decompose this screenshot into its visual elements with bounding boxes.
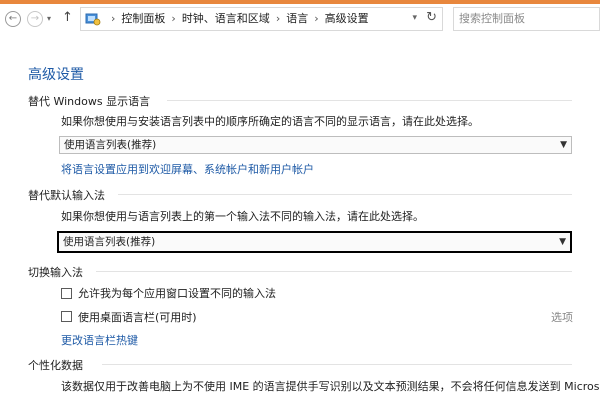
per-app-input-checkbox[interactable] bbox=[61, 288, 72, 299]
divider bbox=[96, 271, 572, 272]
navigation-bar: ← → ▾ ↑ › 控制面板 › 时钟、语言和区域 › 语言 › 高级设置 ▾ ↻ 搜索控制面… bbox=[0, 4, 600, 34]
section-heading-display-language: 替代 Windows 显示语言 bbox=[28, 95, 151, 108]
language-bar-options-link[interactable]: 选项 bbox=[551, 309, 573, 325]
section-heading-input-method: 替代默认输入法 bbox=[28, 189, 105, 202]
address-bar[interactable]: › 控制面板 › 时钟、语言和区域 › 语言 › 高级设置 ▾ ↻ bbox=[80, 7, 443, 31]
forward-button[interactable]: → bbox=[27, 11, 43, 27]
address-dropdown-icon[interactable]: ▾ bbox=[412, 13, 417, 23]
breadcrumb-separator: › bbox=[275, 12, 281, 25]
desktop-language-bar-checkbox[interactable] bbox=[61, 311, 72, 322]
breadcrumb-advanced-settings[interactable]: 高级设置 bbox=[325, 12, 369, 25]
chevron-down-icon: ▼ bbox=[559, 237, 566, 247]
apply-language-settings-link[interactable]: 将语言设置应用到欢迎屏幕、系统帐户和新用户帐户 bbox=[61, 161, 314, 177]
refresh-icon[interactable]: ↻ bbox=[426, 10, 437, 25]
recent-locations-dropdown-icon[interactable]: ▾ bbox=[47, 14, 51, 23]
divider bbox=[167, 100, 572, 101]
page-title: 高级设置 bbox=[28, 67, 84, 83]
breadcrumb-separator: › bbox=[171, 12, 176, 25]
up-arrow-icon[interactable]: ↑ bbox=[62, 10, 73, 25]
chevron-down-icon: ▼ bbox=[560, 140, 567, 150]
divider bbox=[118, 194, 572, 195]
back-button[interactable]: ← bbox=[5, 11, 21, 27]
display-language-description: 如果你想使用与安装语言列表中的顺序所确定的语言不同的显示语言，请在此处选择。 bbox=[61, 115, 479, 128]
breadcrumb-separator: › bbox=[111, 12, 116, 25]
section-heading-switch-input: 切换输入法 bbox=[28, 266, 83, 279]
change-hotkeys-link[interactable]: 更改语言栏热键 bbox=[61, 332, 138, 348]
breadcrumb-separator: › bbox=[314, 12, 319, 25]
personalization-description: 该数据仅用于改善电脑上为不使用 IME 的语言提供手写识别以及文本预测结果，不会… bbox=[61, 380, 600, 393]
display-language-select-value: 使用语言列表(推荐) bbox=[64, 139, 157, 151]
breadcrumb-control-panel[interactable]: 控制面板 bbox=[121, 12, 165, 25]
divider bbox=[102, 364, 572, 365]
input-method-select-value: 使用语言列表(推荐) bbox=[63, 236, 156, 248]
input-method-description: 如果你想使用与语言列表上的第一个输入法不同的输入法，请在此处选择。 bbox=[61, 210, 424, 223]
breadcrumb-clock-language-region[interactable]: 时钟、语言和区域 bbox=[182, 12, 270, 25]
input-method-select[interactable]: 使用语言列表(推荐) ▼ bbox=[57, 231, 572, 253]
display-language-select[interactable]: 使用语言列表(推荐) ▼ bbox=[59, 136, 572, 154]
desktop-language-bar-label[interactable]: 使用桌面语言栏(可用时) bbox=[78, 309, 197, 325]
section-heading-personalization: 个性化数据 bbox=[28, 359, 83, 372]
per-app-input-label[interactable]: 允许我为每个应用窗口设置不同的输入法 bbox=[78, 285, 276, 301]
search-input[interactable]: 搜索控制面板 bbox=[453, 7, 600, 31]
control-panel-icon bbox=[85, 11, 101, 30]
breadcrumb: › 控制面板 › 时钟、语言和区域 › 语言 › 高级设置 bbox=[105, 8, 369, 30]
breadcrumb-language[interactable]: 语言 bbox=[286, 12, 308, 25]
